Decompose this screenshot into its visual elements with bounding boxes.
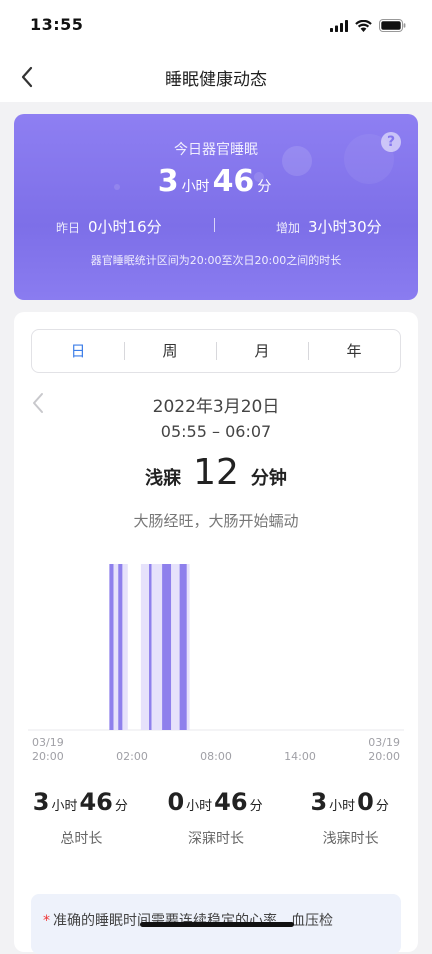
stat-label: 总时长 (60, 831, 103, 847)
summary-title: 今日器官睡眠 (174, 142, 258, 158)
sleep-segment-2[interactable] (113, 564, 119, 730)
sleep-detail-card: 日 周 月 年 2022年3月20日 05:55 – 06:07 浅寐 12 分钟 … (14, 312, 418, 954)
sleep-segment-9[interactable] (171, 564, 180, 730)
stage-name: 浅寐 (145, 468, 182, 489)
stat-deep: 0 小时46 分 深寐时长 (149, 788, 284, 858)
status-time: 13:55 (30, 15, 84, 34)
sleep-timeline-chart[interactable]: 03/1920:00 02:00 08:00 14:0003/1920:00 (14, 554, 418, 776)
stat-minutes-unit: 分 (249, 799, 263, 814)
stat-minutes-unit: 分 (375, 799, 389, 814)
tab-day[interactable]: 日 (32, 330, 124, 372)
sleep-segment-11[interactable] (186, 564, 190, 730)
tab-month[interactable]: 月 (216, 330, 308, 372)
summary-note: 器官睡眠统计区间为20:00至次日20:00之间的时长 (90, 254, 342, 267)
tab-week[interactable]: 周 (124, 330, 216, 372)
stat-total: 3 小时46 分 总时长 (14, 788, 149, 858)
stage-unit: 分钟 (250, 468, 287, 489)
x-tick-label: 08:00 (200, 750, 232, 763)
selected-date: 2022年3月20日 (152, 397, 280, 417)
sleep-segment-10[interactable] (179, 564, 187, 730)
x-tick-label-time: 08:00 (200, 750, 232, 763)
x-tick-label-date: 03/19 (32, 736, 64, 749)
increase-block: 增加 3小时30分 (276, 216, 382, 237)
stat-hours-unit: 小时 (186, 799, 213, 814)
stat-value: 0 小时46 分 (149, 788, 284, 822)
sleep-segment-4[interactable] (122, 564, 128, 730)
nav-bar: 睡眠健康动态 (0, 50, 432, 102)
stat-hours: 0 (167, 788, 185, 816)
sleep-segment-6[interactable] (149, 564, 152, 730)
x-tick-label: 02:00 (116, 750, 148, 763)
home-indicator (140, 922, 294, 927)
stage-description: 大肠经旺，大肠开始蠕动 (133, 512, 299, 530)
yesterday-label: 昨日 (56, 221, 81, 235)
sleep-segment-7[interactable] (151, 564, 163, 730)
sleep-segment-5[interactable] (140, 564, 150, 730)
stat-minutes: 46 (79, 788, 113, 816)
comparison-row: 昨日 0小时16分 增加 3小时30分 (14, 214, 418, 238)
status-bar: 13:55 (0, 0, 432, 50)
stat-minutes-unit: 分 (114, 799, 128, 814)
status-icons (330, 17, 406, 36)
sleep-stats: 3 小时46 分 总时长 0 小时46 分 深寐时长 3 小时0 分 浅寐时长 (14, 788, 418, 858)
stat-minutes: 0 (357, 788, 374, 816)
wifi-icon (355, 17, 372, 36)
selected-stage: 浅寐 12 分钟 (14, 452, 418, 493)
sleep-segment-8[interactable] (162, 564, 172, 730)
total-sleep-value: 3 小时 46 分 (14, 164, 418, 199)
notice-star: * (43, 913, 50, 929)
stat-hours: 3 (32, 788, 50, 816)
divider (214, 218, 215, 232)
x-tick-label: 03/1920:00 (368, 736, 400, 763)
sleep-segment-1[interactable] (109, 564, 114, 730)
minutes-unit: 分 (257, 179, 272, 195)
stat-value: 3 小时46 分 (14, 788, 149, 822)
x-tick-label-time: 20:00 (32, 750, 64, 763)
stat-label: 深寐时长 (188, 831, 244, 847)
today-organ-sleep-card: 今日器官睡眠 ? 3 小时 46 分 昨日 0小时16分 增加 3小时30分 器官睡眠统计… (14, 114, 418, 300)
stat-hours-unit: 小时 (329, 799, 356, 814)
stat-light: 3 小时0 分 浅寐时长 (283, 788, 418, 858)
total-hours: 3 (157, 164, 179, 199)
period-tabs: 日 周 月 年 (31, 329, 401, 373)
x-tick-label-time: 14:00 (284, 750, 316, 763)
stat-hours-unit: 小时 (51, 799, 78, 814)
hours-unit: 小时 (181, 179, 210, 195)
stat-minutes: 46 (214, 788, 248, 816)
sleep-segment-3[interactable] (118, 564, 123, 730)
x-tick-label: 03/1920:00 (32, 736, 64, 763)
total-minutes: 46 (212, 164, 255, 199)
help-icon[interactable]: ? (381, 132, 401, 152)
stage-minutes: 12 (193, 452, 239, 493)
increase-value: 3小时30分 (308, 218, 382, 236)
stat-label: 浅寐时长 (322, 831, 379, 847)
tab-year[interactable]: 年 (308, 330, 400, 372)
notice-text: * 准确的睡眠时间需要连续稳定的心率、血压检 (43, 910, 333, 930)
battery-icon (379, 17, 406, 36)
stat-hours: 3 (310, 788, 328, 816)
increase-label: 增加 (276, 221, 301, 235)
yesterday-block: 昨日 0小时16分 (56, 216, 162, 237)
stat-value: 3 小时0 分 (283, 788, 418, 822)
signal-icon (330, 17, 348, 36)
x-tick-label-time: 02:00 (116, 750, 148, 763)
yesterday-value: 0小时16分 (88, 218, 162, 236)
x-tick-label: 14:00 (284, 750, 316, 763)
x-tick-label-date: 03/19 (368, 736, 400, 749)
page-title: 睡眠健康动态 (165, 70, 267, 90)
x-tick-label-time: 20:00 (368, 750, 400, 763)
selected-time-range: 05:55 – 06:07 (160, 422, 272, 441)
